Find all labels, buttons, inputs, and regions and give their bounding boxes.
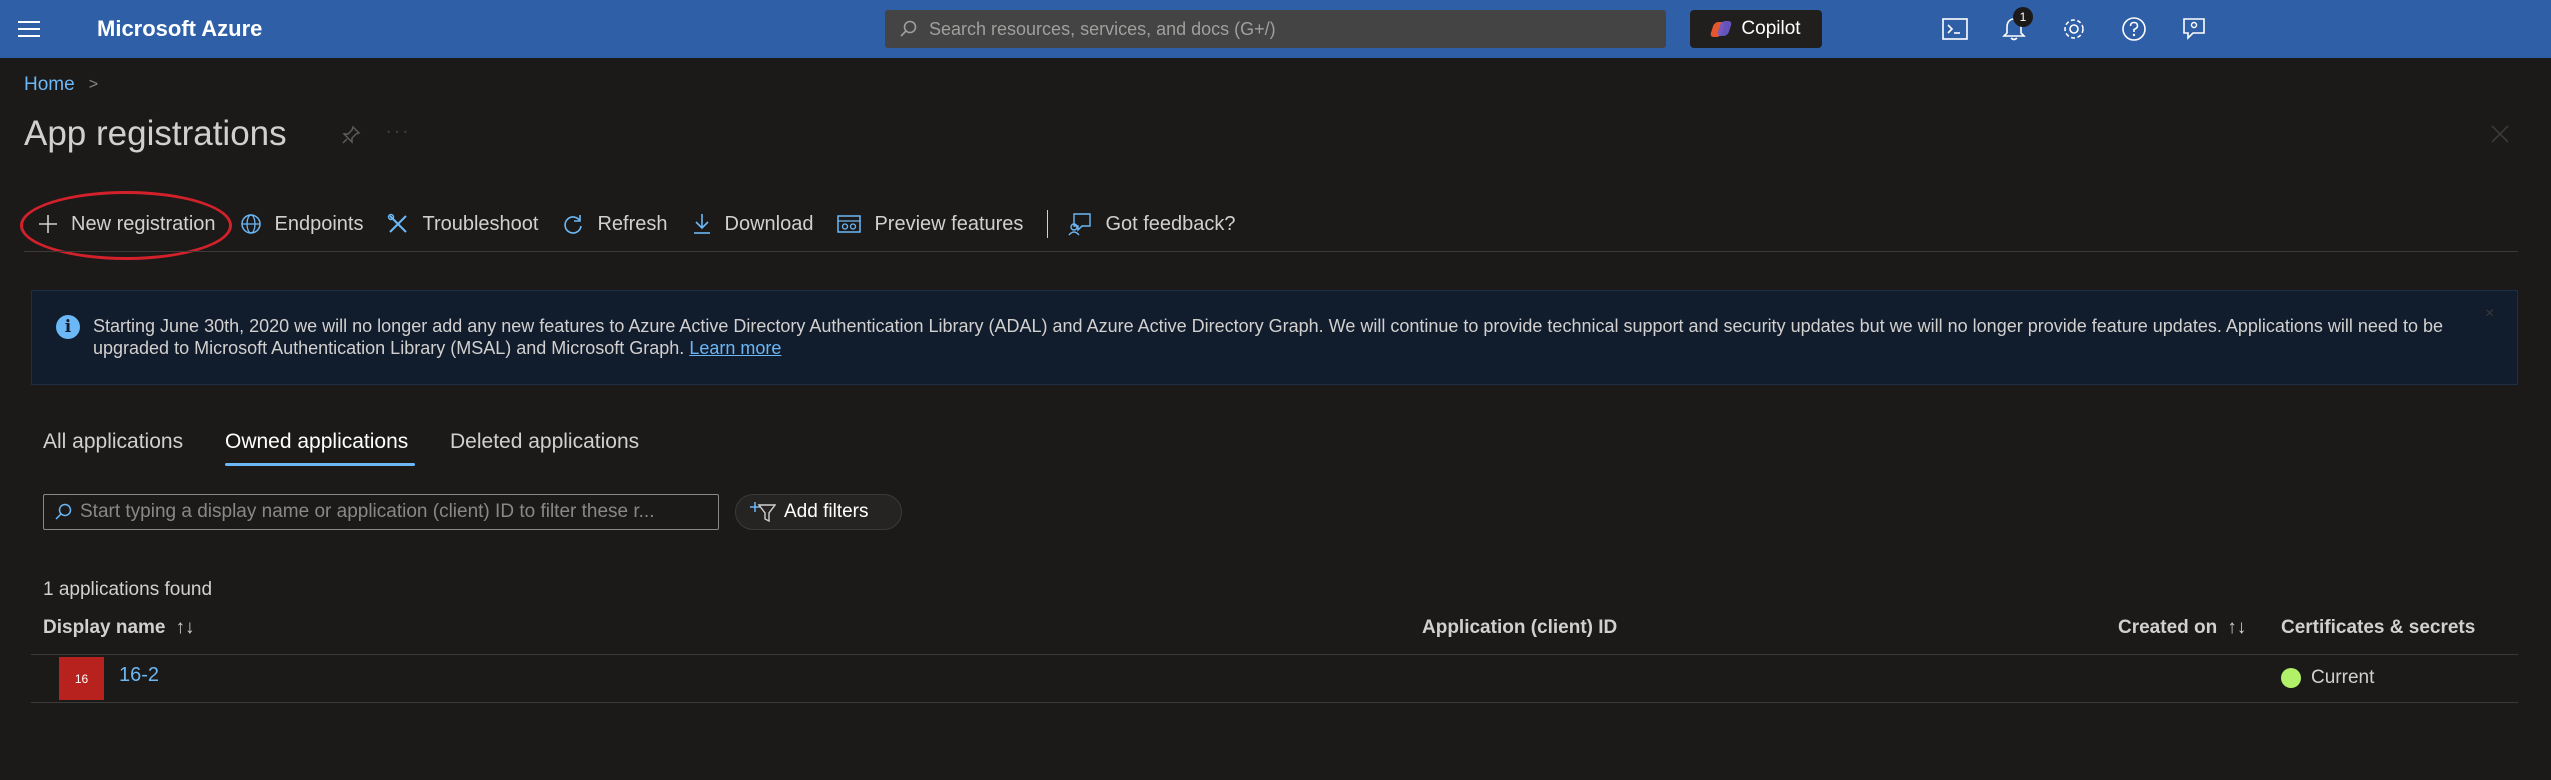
column-header-created-on[interactable]: Created on ↑↓ — [2118, 617, 2246, 639]
add-filter-icon — [750, 502, 776, 523]
banner-message: Starting June 30th, 2020 we will no long… — [93, 316, 2443, 358]
column-header-client-id: Application (client) ID — [1422, 617, 1617, 639]
sort-icon[interactable]: ↑↓ — [176, 617, 195, 639]
active-tab-indicator — [225, 463, 415, 466]
breadcrumb-home[interactable]: Home — [24, 74, 75, 96]
close-blade-icon[interactable] — [2490, 124, 2510, 149]
preview-icon — [837, 215, 862, 233]
got-feedback-label: Got feedback? — [1105, 212, 1236, 235]
app-name-link[interactable]: 16-2 — [119, 664, 159, 687]
troubleshoot-label: Troubleshoot — [422, 212, 539, 235]
notification-count-badge: 1 — [2013, 7, 2033, 27]
preview-features-button[interactable]: Preview features — [837, 205, 1023, 243]
table-row-divider — [31, 702, 2518, 703]
breadcrumb[interactable]: Home > — [24, 74, 98, 96]
endpoints-label: Endpoints — [274, 212, 364, 235]
info-icon: i — [56, 315, 80, 339]
search-placeholder: Search resources, services, and docs (G+… — [929, 18, 1276, 39]
app-avatar: 16 — [59, 657, 104, 700]
download-button[interactable]: Download — [692, 205, 814, 243]
download-icon — [693, 214, 710, 234]
toolbar-divider — [1047, 210, 1049, 238]
cert-status-label: Current — [2311, 667, 2375, 688]
info-banner: i Starting June 30th, 2020 we will no lo… — [31, 290, 2518, 385]
globe-icon — [240, 214, 261, 234]
column-label: Created on — [2118, 617, 2218, 638]
tab-owned-applications[interactable]: Owned applications — [225, 430, 408, 454]
more-options-icon[interactable]: ··· — [385, 118, 410, 144]
feedback-icon[interactable] — [2180, 15, 2208, 43]
banner-close-icon[interactable]: × — [2485, 305, 2494, 323]
annotation-circle — [20, 191, 232, 260]
pin-icon[interactable] — [341, 125, 361, 150]
got-feedback-button[interactable]: Got feedback? — [1068, 205, 1236, 243]
gear-icon[interactable] — [2060, 15, 2088, 43]
filter-placeholder: Start typing a display name or applicati… — [80, 501, 655, 522]
cert-status: Current — [2281, 667, 2374, 689]
copilot-label: Copilot — [1741, 18, 1801, 39]
refresh-label: Refresh — [597, 212, 668, 235]
search-icon — [900, 20, 917, 37]
global-search-input[interactable]: Search resources, services, and docs (G+… — [885, 10, 1666, 48]
search-icon — [55, 503, 72, 520]
brand-title[interactable]: Microsoft Azure — [97, 16, 262, 42]
wrench-icon — [388, 213, 408, 233]
page-title: App registrations — [24, 114, 287, 153]
column-header-display-name[interactable]: Display name ↑↓ — [43, 617, 195, 639]
copilot-icon — [1709, 20, 1733, 38]
tab-all-applications[interactable]: All applications — [43, 430, 183, 454]
copilot-button[interactable]: Copilot — [1690, 10, 1822, 48]
column-header-certificates-secrets: Certificates & secrets — [2281, 617, 2475, 639]
cloud-shell-icon[interactable] — [1941, 15, 1969, 43]
refresh-icon — [564, 215, 583, 234]
table-header-divider — [31, 654, 2518, 655]
chevron-right-icon: > — [88, 76, 99, 93]
download-label: Download — [724, 212, 814, 235]
banner-text-block: Starting June 30th, 2020 we will no long… — [93, 315, 2483, 359]
tab-deleted-applications[interactable]: Deleted applications — [450, 430, 639, 454]
troubleshoot-button[interactable]: Troubleshoot — [387, 205, 538, 243]
feedback-person-icon — [1068, 213, 1092, 236]
learn-more-link[interactable]: Learn more — [689, 338, 781, 358]
endpoints-button[interactable]: Endpoints — [240, 205, 364, 243]
column-label: Application (client) ID — [1422, 617, 1618, 638]
sort-icon[interactable]: ↑↓ — [2227, 617, 2246, 639]
column-label: Certificates & secrets — [2281, 617, 2476, 638]
column-label: Display name — [43, 617, 166, 638]
top-bar: Microsoft Azure Search resources, servic… — [0, 0, 2551, 58]
add-filters-button[interactable]: Add filters — [735, 494, 902, 530]
status-dot-icon — [2281, 668, 2301, 688]
divider — [24, 251, 2518, 252]
refresh-button[interactable]: Refresh — [562, 205, 668, 243]
app-filter-input[interactable]: Start typing a display name or applicati… — [43, 494, 719, 530]
results-count: 1 applications found — [43, 579, 213, 600]
add-filters-label: Add filters — [784, 501, 869, 522]
preview-features-label: Preview features — [874, 212, 1024, 235]
help-icon[interactable] — [2120, 15, 2148, 43]
menu-icon[interactable] — [18, 18, 40, 40]
